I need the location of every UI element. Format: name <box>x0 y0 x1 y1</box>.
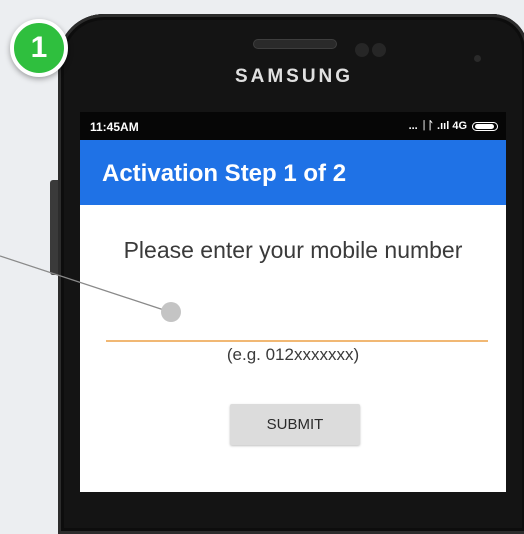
signal-icon: ... ᛁᛚ .ııl 4G <box>408 120 467 132</box>
phone-screen: 11:45AM ... ᛁᛚ .ııl 4G Activation Step 1… <box>80 112 506 492</box>
mobile-number-input[interactable] <box>106 302 488 342</box>
page-title: Activation Step 1 of 2 <box>102 160 347 187</box>
phone-side-button <box>50 180 58 275</box>
status-indicators: ... ᛁᛚ .ııl 4G <box>409 120 498 132</box>
submit-button[interactable]: SUBMIT <box>230 404 360 445</box>
mobile-number-hint: (e.g. 012xxxxxxx) <box>226 345 360 364</box>
earpiece-speaker <box>253 39 337 49</box>
app-bar: Activation Step 1 of 2 <box>80 140 506 205</box>
status-bar: 11:45AM ... ᛁᛚ .ııl 4G <box>80 112 506 140</box>
device-brand: SAMSUNG <box>234 66 354 87</box>
status-time: 11:45AM <box>90 120 139 134</box>
light-sensor-icon <box>474 55 481 62</box>
step-number-badge: 1 <box>10 19 68 77</box>
battery-icon <box>472 121 498 131</box>
mobile-number-prompt: Please enter your mobile number <box>123 237 463 263</box>
proximity-sensor-icon <box>372 43 386 57</box>
front-camera-icon <box>355 43 369 57</box>
